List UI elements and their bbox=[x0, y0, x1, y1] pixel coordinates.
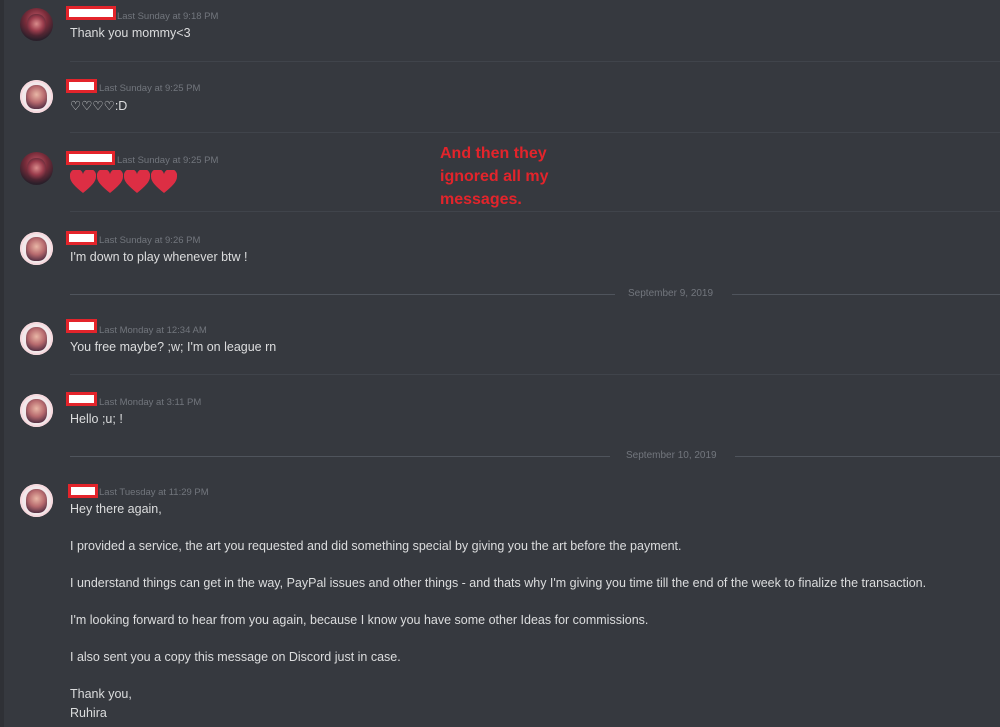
user-avatar[interactable] bbox=[20, 484, 53, 517]
user-avatar[interactable] bbox=[20, 8, 53, 41]
date-divider: September 10, 2019 bbox=[70, 450, 1000, 462]
user-avatar[interactable] bbox=[20, 152, 53, 185]
message-text: I also sent you a copy this message on D… bbox=[70, 650, 401, 664]
user-avatar[interactable] bbox=[20, 322, 53, 355]
message-divider bbox=[70, 374, 1000, 375]
heart-icon bbox=[151, 170, 177, 193]
message-text: Ruhira bbox=[70, 706, 107, 720]
message-text: I understand things can get in the way, … bbox=[70, 576, 927, 590]
message-timestamp: Last Monday at 12:34 AM bbox=[99, 325, 207, 336]
redacted-username[interactable] bbox=[66, 392, 97, 406]
annotation-line: And then they bbox=[440, 145, 547, 162]
redacted-username[interactable] bbox=[66, 79, 97, 93]
message-timestamp: Last Sunday at 9:25 PM bbox=[99, 83, 201, 94]
message-text: I provided a service, the art you reques… bbox=[70, 539, 682, 553]
message-divider bbox=[70, 132, 1000, 133]
redacted-username[interactable] bbox=[66, 151, 115, 165]
user-avatar[interactable] bbox=[20, 80, 53, 113]
annotation-line: messages. bbox=[440, 191, 522, 208]
heart-icon bbox=[70, 170, 96, 193]
red-annotation: And then they ignored all my messages. bbox=[440, 142, 548, 211]
message-text: You free maybe? ;w; I'm on league rn bbox=[70, 340, 277, 354]
message-text: I'm down to play whenever btw ! bbox=[70, 250, 248, 264]
dm-chat-log: Last Sunday at 9:18 PM Thank you mommy<3… bbox=[0, 0, 1000, 727]
message-text: Hello ;u; ! bbox=[70, 412, 123, 426]
redacted-username[interactable] bbox=[66, 6, 116, 20]
date-divider-label: September 9, 2019 bbox=[628, 288, 714, 299]
user-avatar[interactable] bbox=[20, 394, 53, 427]
emoji-row bbox=[70, 170, 177, 194]
message-text: ♡♡♡♡:D bbox=[70, 99, 128, 113]
redacted-username[interactable] bbox=[66, 319, 97, 333]
message-timestamp: Last Sunday at 9:18 PM bbox=[117, 11, 219, 22]
message-timestamp: Last Sunday at 9:25 PM bbox=[117, 155, 219, 166]
message-timestamp: Last Tuesday at 11:29 PM bbox=[99, 487, 209, 498]
heart-icon bbox=[124, 170, 150, 193]
heart-icon bbox=[97, 170, 123, 193]
message-text: Hey there again, bbox=[70, 502, 162, 516]
date-divider-label: September 10, 2019 bbox=[626, 450, 717, 461]
redacted-username[interactable] bbox=[68, 484, 98, 498]
annotation-line: ignored all my bbox=[440, 168, 549, 185]
message-text: Thank you, bbox=[70, 687, 132, 701]
message-divider bbox=[70, 211, 1000, 212]
redacted-username[interactable] bbox=[66, 231, 97, 245]
user-avatar[interactable] bbox=[20, 232, 53, 265]
scroll-rail bbox=[0, 0, 4, 727]
message-text: Thank you mommy<3 bbox=[70, 26, 191, 40]
message-text: I'm looking forward to hear from you aga… bbox=[70, 613, 649, 627]
message-timestamp: Last Sunday at 9:26 PM bbox=[99, 235, 201, 246]
message-timestamp: Last Monday at 3:11 PM bbox=[99, 397, 202, 408]
message-divider bbox=[70, 61, 1000, 62]
date-divider: September 9, 2019 bbox=[70, 288, 1000, 300]
